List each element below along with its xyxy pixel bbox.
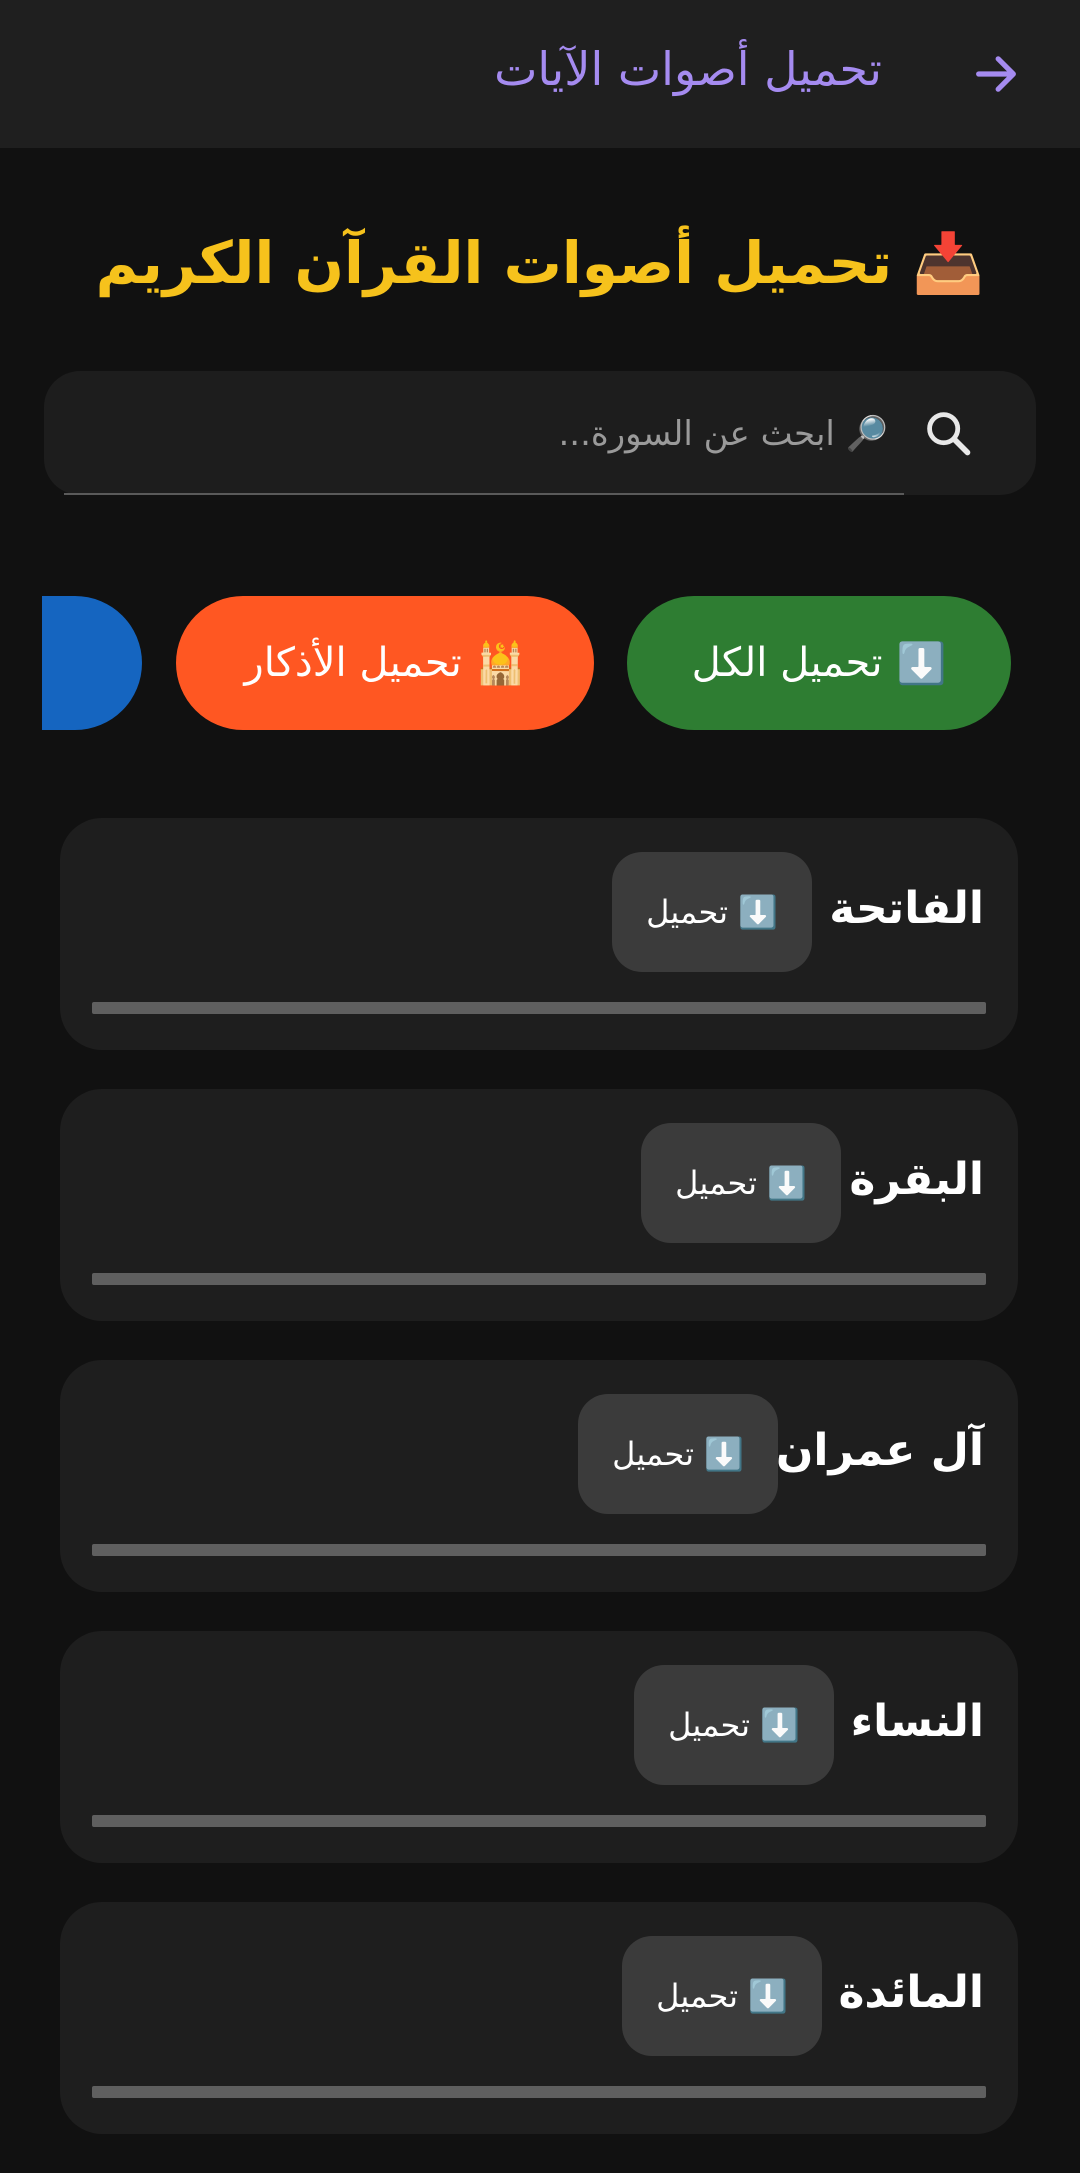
download-progress-bar (92, 1544, 986, 1556)
surah-download-label: تحميل (656, 1977, 739, 2015)
surah-name: المائدة (838, 1967, 984, 2018)
surah-card: البقرة ⬇️ تحميل (60, 1089, 1018, 1321)
back-button[interactable] (960, 38, 1032, 110)
page-title: 📥 تحميل أصوات القرآن الكريم (0, 218, 1080, 308)
search-underline (64, 493, 904, 495)
surah-download-button[interactable]: ⬇️ تحميل (622, 1936, 822, 2056)
surah-download-button[interactable]: ⬇️ تحميل (578, 1394, 778, 1514)
surah-card: آل عمران ⬇️ تحميل (60, 1360, 1018, 1592)
surah-download-button[interactable]: ⬇️ تحميل (634, 1665, 834, 1785)
search-icon[interactable] (922, 407, 974, 459)
surah-download-label: تحميل (668, 1706, 751, 1744)
inbox-tray-icon: 📥 (912, 229, 985, 297)
surah-download-button[interactable]: ⬇️ تحميل (612, 852, 812, 972)
download-azkar-button[interactable]: 🕌 تحميل الأذكار (176, 596, 594, 730)
surah-download-label: تحميل (646, 893, 729, 931)
down-arrow-icon: ⬇️ (760, 1706, 800, 1744)
surah-download-label: تحميل (675, 1164, 758, 1202)
surah-name: البقرة (849, 1154, 984, 1205)
surah-card: المائدة ⬇️ تحميل (60, 1902, 1018, 2134)
search-box (44, 371, 1036, 495)
download-all-label: تحميل الكل (691, 640, 883, 686)
down-arrow-icon: ⬇️ (767, 1164, 807, 1202)
actions-row: ⬇️ تحميل الكل 🕌 تحميل الأذكار 💾 (42, 596, 1060, 730)
download-progress-bar (92, 2086, 986, 2098)
page-title-text: تحميل أصوات القرآن الكريم (95, 229, 893, 297)
surah-download-label: تحميل (612, 1435, 695, 1473)
app-bar-title: تحميل أصوات الآيات (494, 42, 882, 96)
download-azkar-label: تحميل الأذكار (244, 640, 462, 686)
download-progress-bar (92, 1273, 986, 1285)
arrow-right-icon (976, 56, 1016, 92)
surah-name: الفاتحة (829, 883, 984, 934)
surah-list: الفاتحة ⬇️ تحميل البقرة ⬇️ تحميل آل عمرا… (60, 818, 1018, 2173)
down-arrow-icon: ⬇️ (704, 1435, 744, 1473)
surah-name: آل عمران (775, 1425, 984, 1476)
download-progress-bar (92, 1002, 986, 1014)
surah-download-button[interactable]: ⬇️ تحميل (641, 1123, 841, 1243)
down-arrow-icon: ⬇️ (738, 893, 778, 931)
down-arrow-icon: ⬇️ (748, 1977, 788, 2015)
download-progress-bar (92, 1815, 986, 1827)
search-input[interactable] (266, 397, 890, 471)
surah-card: النساء ⬇️ تحميل (60, 1631, 1018, 1863)
surah-card: الفاتحة ⬇️ تحميل (60, 818, 1018, 1050)
mosque-icon: 🕌 (475, 640, 526, 687)
app-bar: تحميل أصوات الآيات (0, 0, 1080, 148)
download-all-button[interactable]: ⬇️ تحميل الكل (627, 596, 1011, 730)
down-arrow-icon: ⬇️ (896, 640, 947, 687)
save-button[interactable]: 💾 (42, 596, 142, 730)
surah-name: النساء (850, 1696, 984, 1747)
